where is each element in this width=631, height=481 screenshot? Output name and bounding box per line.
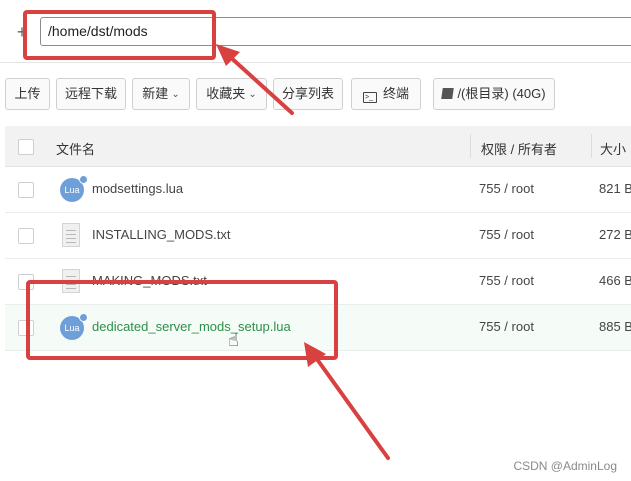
file-toolbar: 上传 远程下载 新建 ⌄ 收藏夹 ⌄ 分享列表 >_ 终端 /(根目录) (40G)	[0, 78, 631, 110]
annotation-arrow-file	[312, 353, 390, 460]
file-size: 821 B	[599, 181, 631, 196]
row-checkbox[interactable]	[18, 228, 34, 244]
row-checkbox[interactable]	[18, 182, 34, 198]
watermark: CSDN @AdminLog	[513, 459, 617, 473]
column-header-name[interactable]: 文件名	[56, 139, 95, 158]
file-size: 272 B	[599, 227, 631, 242]
select-all-checkbox[interactable]	[18, 139, 34, 155]
terminal-label: 终端	[382, 86, 409, 101]
terminal-button[interactable]: >_ 终端	[351, 78, 421, 110]
file-name[interactable]: INSTALLING_MODS.txt	[92, 227, 230, 242]
file-permissions: 755 / root	[479, 227, 534, 242]
table-row[interactable]: Lua modsettings.lua 755 / root 821 B	[5, 167, 631, 213]
column-divider	[470, 134, 471, 158]
disk-button[interactable]: /(根目录) (40G)	[433, 78, 555, 110]
share-list-label: 分享列表	[281, 86, 334, 101]
favorites-label: 收藏夹	[206, 86, 246, 101]
table-header: 文件名 权限 / 所有者 大小	[5, 126, 631, 167]
favorites-dropdown-button[interactable]: 收藏夹 ⌄	[196, 78, 267, 110]
disk-label: /(根目录) (40G)	[457, 86, 546, 101]
upload-button[interactable]: 上传	[5, 78, 50, 110]
column-header-size[interactable]: 大小	[600, 139, 626, 158]
file-name[interactable]: modsettings.lua	[92, 181, 183, 196]
remote-download-label: 远程下载	[64, 86, 117, 101]
remote-download-button[interactable]: 远程下载	[56, 78, 126, 110]
annotation-box-file	[26, 280, 338, 360]
file-permissions: 755 / root	[479, 273, 534, 288]
text-file-icon	[62, 223, 80, 247]
terminal-icon: >_	[362, 92, 377, 103]
file-permissions: 755 / root	[479, 319, 534, 334]
column-divider	[591, 134, 592, 158]
new-label: 新建	[142, 86, 169, 101]
file-size: 466 B	[599, 273, 631, 288]
disk-icon	[441, 88, 455, 99]
share-list-button[interactable]: 分享列表	[273, 78, 343, 110]
chevron-down-icon: ⌄	[248, 89, 257, 100]
table-row[interactable]: INSTALLING_MODS.txt 755 / root 272 B	[5, 213, 631, 259]
new-dropdown-button[interactable]: 新建 ⌄	[132, 78, 190, 110]
file-permissions: 755 / root	[479, 181, 534, 196]
annotation-box-path	[23, 10, 216, 60]
column-header-permissions[interactable]: 权限 / 所有者	[481, 139, 557, 158]
chevron-down-icon: ⌄	[171, 89, 180, 100]
lua-file-icon: Lua	[60, 175, 88, 202]
upload-label: 上传	[14, 86, 41, 101]
hand-cursor-icon: ☝	[228, 330, 239, 350]
file-size: 885 B	[599, 319, 631, 334]
